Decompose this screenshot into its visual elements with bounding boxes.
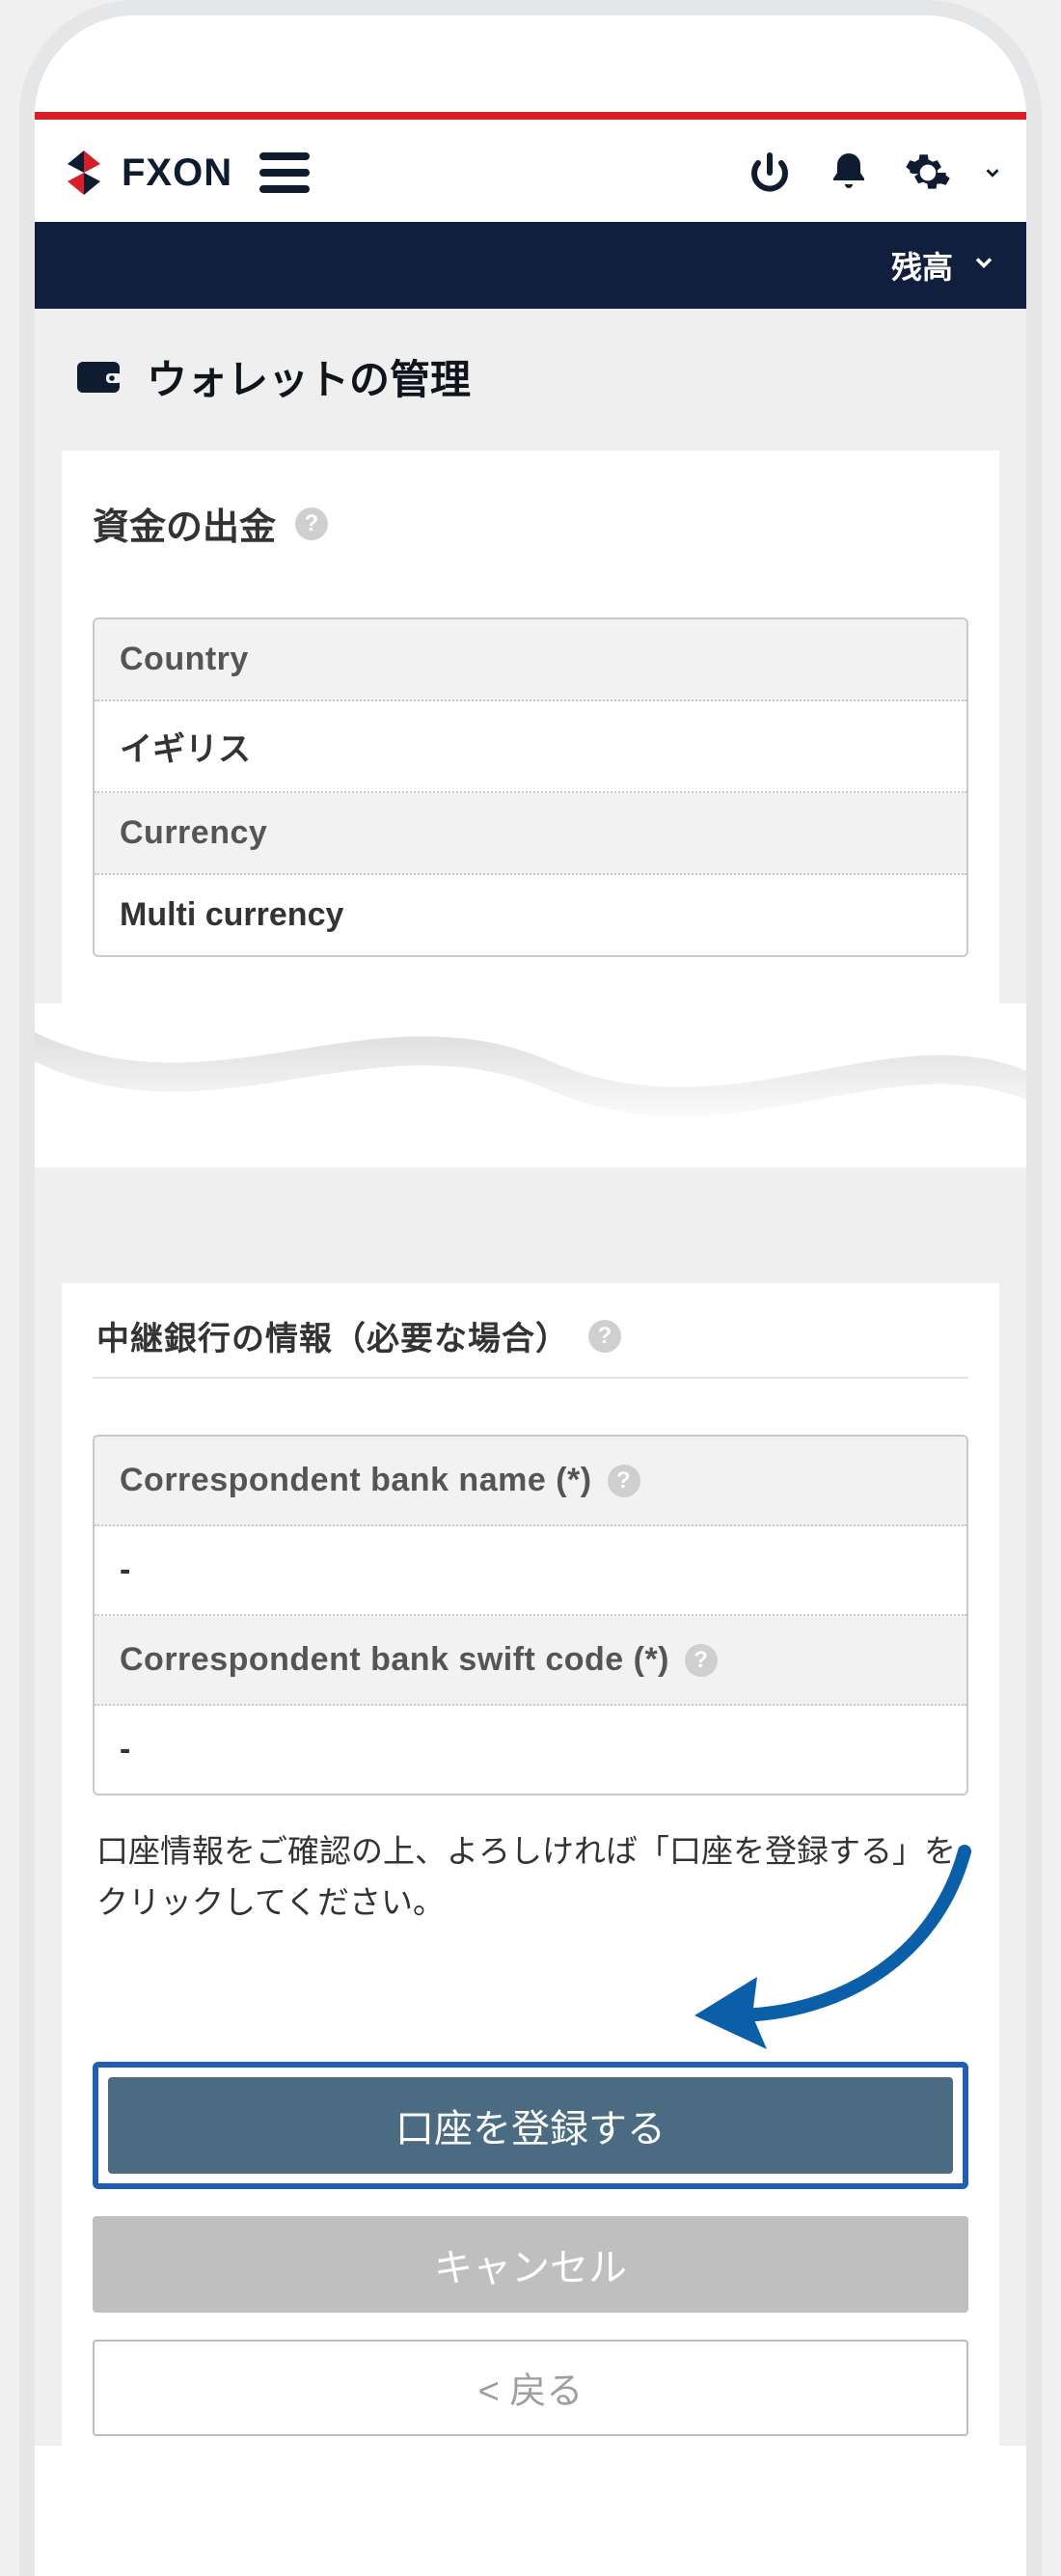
page-title-row: ウォレットの管理 [35,309,1026,451]
callout-arrow [93,1929,968,2044]
section-title-row: 資金の出金 ? [93,497,968,550]
correspondent-title: 中継銀行の情報（必要な場合） [96,1312,569,1359]
help-icon[interactable]: ? [588,1320,621,1353]
back-button[interactable]: < 戻る [93,2340,968,2436]
header-right [745,148,1003,198]
brand-accent-line [35,112,1026,120]
correspondent-swift-label: Correspondent bank swift code (*) ? [95,1616,966,1706]
correspondent-bank-name-label-text: Correspondent bank name (*) [120,1462,592,1499]
currency-value: Multi currency [95,875,966,955]
correspondent-card: 中継銀行の情報（必要な場合） ? Correspondent bank name… [62,1283,999,2446]
brand-logo[interactable]: FXON [58,147,232,199]
correspondent-title-row: 中継銀行の情報（必要な場合） ? [93,1293,968,1379]
account-details-box: Country イギリス Currency Multi currency [93,617,968,957]
power-icon[interactable] [745,148,795,198]
gear-icon[interactable] [903,148,953,198]
content-area: ウォレットの管理 資金の出金 ? Country イギリス Currency M… [35,309,1026,2446]
page-title: ウォレットの管理 [147,347,471,406]
screen: FXON [35,15,1026,2576]
chevron-down-icon [970,248,997,284]
balance-label: 残高 [891,243,953,288]
help-icon[interactable]: ? [685,1644,718,1677]
phone-frame: FXON [19,0,1042,2576]
brand-logo-text: FXON [122,151,232,195]
register-button-highlight: 口座を登録する [93,2062,968,2189]
balance-toggle[interactable]: 残高 [35,222,1026,309]
correspondent-bank-name-label: Correspondent bank name (*) ? [95,1437,966,1526]
wallet-icon [75,358,122,397]
currency-label: Currency [95,793,966,875]
bell-icon[interactable] [824,148,874,198]
help-icon[interactable]: ? [295,507,328,540]
cancel-button[interactable]: キャンセル [93,2216,968,2313]
section-title: 資金の出金 [93,497,276,550]
correspondent-bank-name-value: - [95,1526,966,1616]
chevron-down-icon[interactable] [982,162,1003,183]
content-truncated-indicator [35,1003,1026,1167]
menu-button[interactable] [259,152,310,193]
correspondent-box: Correspondent bank name (*) ? - Correspo… [93,1435,968,1795]
brand-logo-mark [58,147,110,199]
register-account-button[interactable]: 口座を登録する [108,2077,953,2174]
app-header: FXON [35,120,1026,222]
country-label: Country [95,619,966,701]
country-value: イギリス [95,701,966,793]
phone-mockup: FXON [0,0,1061,2576]
withdrawal-card: 資金の出金 ? Country イギリス Currency Multi curr… [62,451,999,1009]
correspondent-swift-value: - [95,1706,966,1794]
header-left: FXON [58,147,310,199]
help-icon[interactable]: ? [608,1465,640,1497]
correspondent-swift-label-text: Correspondent bank swift code (*) [120,1641,669,1679]
